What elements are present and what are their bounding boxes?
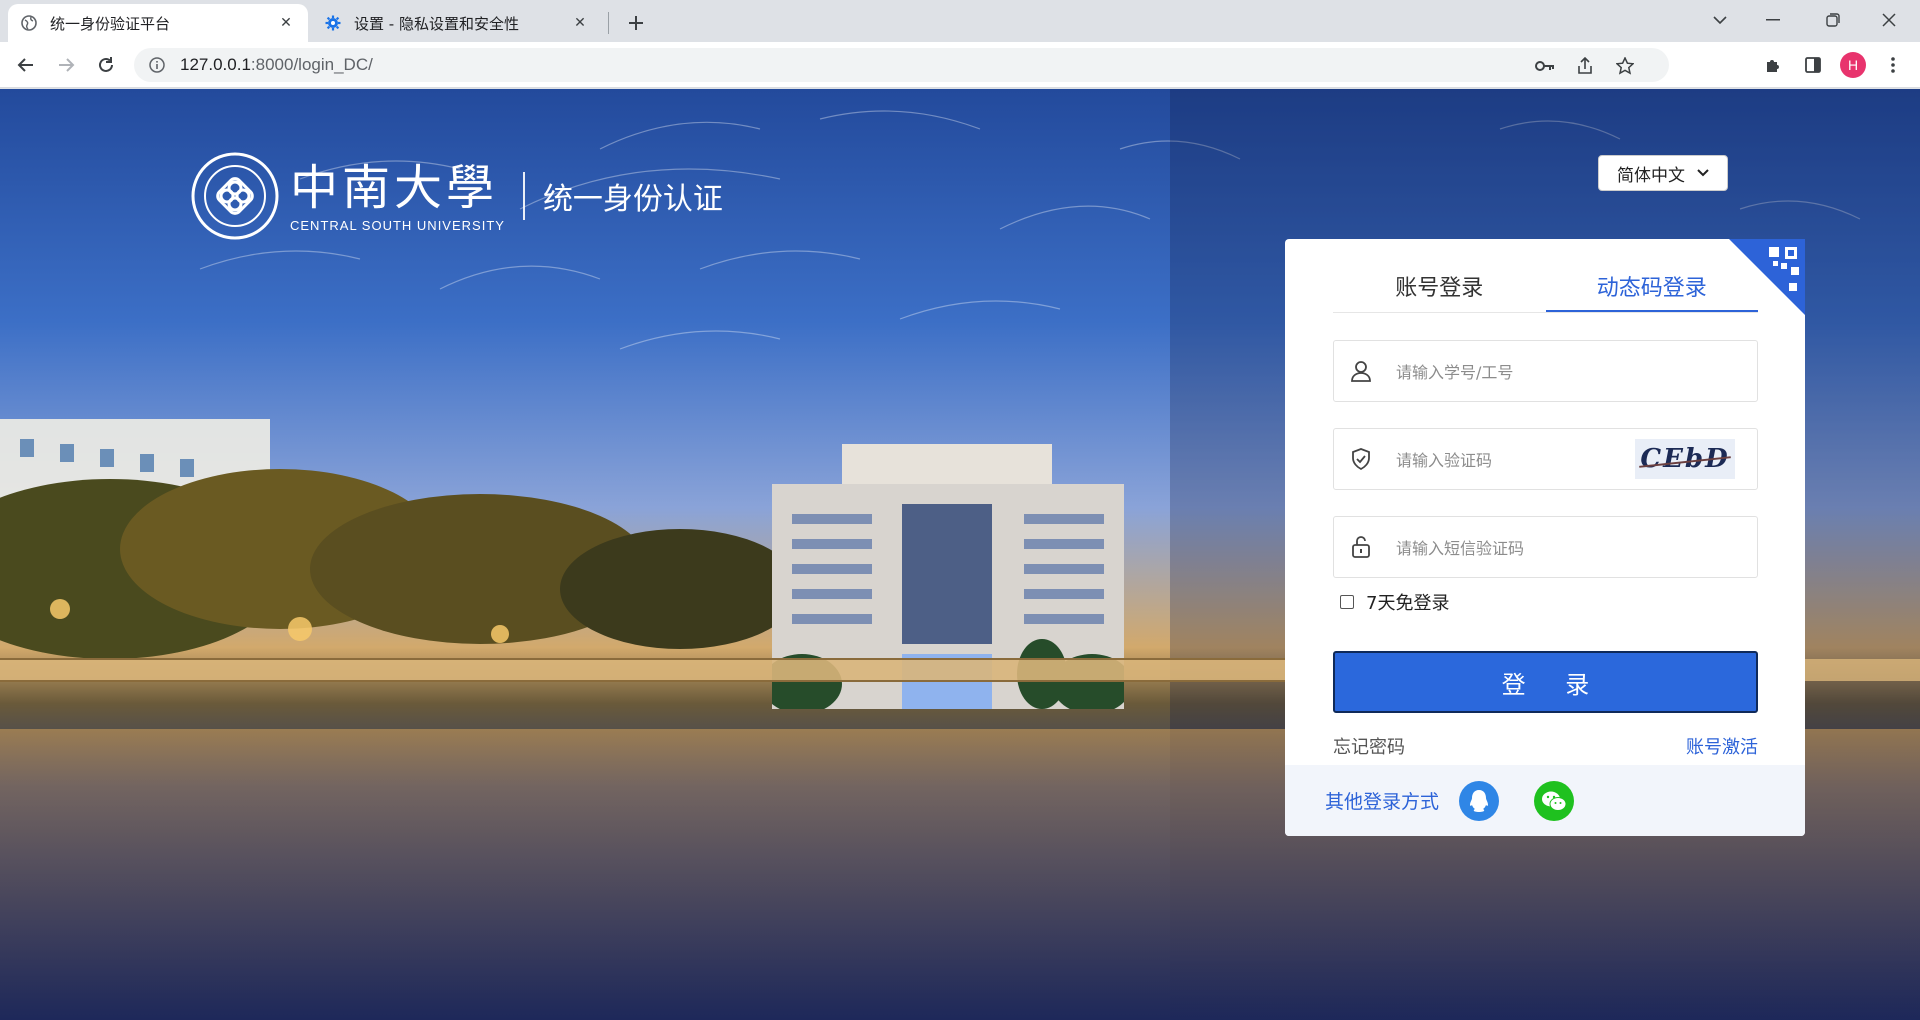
sms-code-input[interactable]: 请输入短信验证码 [1396,535,1757,559]
minimize-icon[interactable] [1750,0,1796,40]
captcha-input[interactable]: 请输入验证码 [1396,447,1635,471]
language-select[interactable]: 简体中文 [1598,155,1728,191]
restore-window-icon[interactable] [1810,0,1856,40]
globe-icon [20,14,38,32]
url-path: :8000/login_DC/ [250,55,373,74]
tab-title: 统一身份验证平台 [50,14,171,33]
username-field[interactable]: 请输入学号/工号 [1333,340,1758,402]
back-arrow-icon[interactable] [10,49,42,81]
captcha-image[interactable]: CEbD [1635,439,1735,479]
wechat-login-icon[interactable] [1534,780,1575,821]
password-key-icon[interactable] [1534,55,1556,77]
browser-tab-active[interactable]: 统一身份验证平台 ✕ [8,4,308,42]
remember-me[interactable]: 7天免登录 [1340,589,1449,615]
reload-icon[interactable] [90,49,122,81]
university-name: 中南大學 CENTRAL SOUTH UNIVERSITY [290,160,505,233]
lock-icon [1346,532,1376,562]
login-page: 中南大學 CENTRAL SOUTH UNIVERSITY 统一身份认证 简体中… [0,89,1920,1020]
profile-initial: H [1840,52,1866,78]
settings-gear-icon [324,14,342,32]
site-info-icon[interactable] [146,54,168,76]
remember-label: 7天免登录 [1366,593,1450,614]
forward-arrow-icon[interactable] [50,49,82,81]
qq-login-icon[interactable] [1459,780,1500,821]
shield-check-icon [1346,444,1376,474]
close-tab-icon[interactable]: ✕ [276,13,296,33]
activate-account-link[interactable]: 账号激活 [1686,733,1758,759]
other-login-methods: 其他登录方式 [1285,765,1805,836]
address-bar[interactable]: 127.0.0.1:8000/login_DC/ [134,48,1669,82]
university-logo: 中南大學 CENTRAL SOUTH UNIVERSITY 统一身份认证 [190,151,723,241]
login-button[interactable]: 登 录 [1333,651,1758,713]
menu-kebab-icon[interactable] [1880,52,1906,78]
tab-dynamic-code-login[interactable]: 动态码登录 [1545,269,1758,312]
url-host: 127.0.0.1 [180,55,251,74]
brand-divider [522,172,525,220]
university-name-cn: 中南大學 [290,159,499,216]
forgot-password-link[interactable]: 忘记密码 [1333,733,1405,759]
close-tab-icon[interactable]: ✕ [570,13,590,33]
tab-search-chevron-icon[interactable] [1697,0,1743,40]
university-seal-icon [191,152,279,240]
new-tab-plus-icon[interactable] [621,8,651,38]
tab-title: 设置 - 隐私设置和安全性 [354,14,519,33]
chevron-down-icon [1697,166,1709,180]
share-icon[interactable] [1574,55,1596,77]
other-login-label: 其他登录方式 [1325,791,1440,813]
tab-separator [608,12,609,34]
system-title: 统一身份认证 [542,182,723,217]
extensions-puzzle-icon[interactable] [1760,52,1786,78]
university-name-en: CENTRAL SOUTH UNIVERSITY [290,217,505,233]
url-text: 127.0.0.1:8000/login_DC/ [180,55,373,75]
close-window-icon[interactable] [1866,0,1912,40]
side-panel-icon[interactable] [1800,52,1826,78]
browser-tab-settings[interactable]: 设置 - 隐私设置和安全性 ✕ [312,4,602,42]
user-icon [1346,356,1376,386]
language-value: 简体中文 [1617,165,1685,186]
captcha-field[interactable]: 请输入验证码 CEbD [1333,428,1758,490]
browser-tabstrip: 统一身份验证平台 ✕ 设置 - 隐私设置和安全性 ✕ [0,0,1920,42]
sms-code-field[interactable]: 请输入短信验证码 [1333,516,1758,578]
remember-checkbox[interactable] [1340,595,1354,609]
tab-account-login[interactable]: 账号登录 [1333,269,1546,312]
login-card: 账号登录 动态码登录 请输入学号/工号 请输入验证码 CEbD 请输入短信验证码 [1285,239,1805,836]
browser-toolbar: 127.0.0.1:8000/login_DC/ H [0,42,1920,88]
profile-avatar[interactable]: H [1840,52,1866,78]
username-input[interactable]: 请输入学号/工号 [1396,359,1757,383]
login-tabs: 账号登录 动态码登录 [1333,269,1758,313]
bookmark-star-icon[interactable] [1614,55,1636,77]
